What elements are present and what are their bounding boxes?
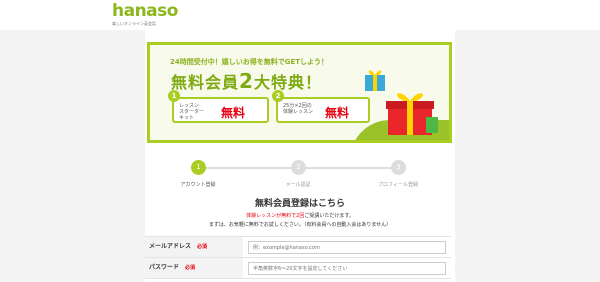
step-indicator-email: 2 — [291, 160, 306, 175]
email-field[interactable] — [248, 241, 446, 254]
form-row-password: パスワード 必須 — [145, 258, 451, 279]
registration-form: メールアドレス必須 パスワード必須 — [145, 236, 451, 279]
perk-trial-lessons: 2 25分×2回の 体験レッスン 無料 — [272, 90, 370, 123]
form-title: 無料会員登録はこちら — [254, 199, 345, 209]
field-label-email: メールアドレス 必須 — [145, 237, 243, 257]
step-label-email: メール認証 — [285, 182, 311, 188]
form-note-text: ご受講いただけます。 — [304, 213, 354, 219]
perk-free-label: 無料 — [325, 106, 350, 120]
step-indicator-account: 1 — [191, 160, 206, 175]
password-field[interactable] — [248, 262, 446, 275]
registration-steps: 1 2 3 アカウント登録 メール認証 プロフィール登録 — [170, 160, 425, 190]
banner-title-suffix: 大特典！ — [253, 73, 322, 92]
banner-title-number: 2 — [239, 69, 254, 93]
gift-box-icon — [386, 93, 438, 135]
form-row-email: メールアドレス 必須 — [145, 237, 451, 258]
logo-text: hanaso — [112, 1, 178, 21]
form-note-highlight: 体験レッスンが無料で2回 — [246, 213, 305, 219]
perk-number-badge: 1 — [168, 90, 180, 102]
perk-description: レッスン スターター キット — [179, 103, 205, 121]
form-note-trial: 体験レッスンが無料で2回ご受講いただけます。 — [0, 212, 600, 219]
banner-title-main: 無料会員 — [171, 73, 240, 92]
banner-title: 無料会員2大特典！ — [171, 69, 322, 93]
step-indicator-profile: 3 — [391, 160, 406, 175]
perk-number-badge: 2 — [272, 90, 284, 102]
required-badge: 必須 — [197, 244, 208, 250]
logo-tagline: 楽しいオンライン英会話 — [112, 21, 156, 26]
campaign-banner[interactable]: 24時間受付中！嬉しいお得を無料でGETしよう！ 無料会員2大特典！ 1 レッス… — [147, 42, 452, 143]
required-badge: 必須 — [185, 265, 196, 271]
perk-free-label: 無料 — [221, 106, 246, 120]
field-label-password: パスワード 必須 — [145, 258, 243, 278]
step-label-profile: プロフィール登録 — [378, 182, 418, 188]
field-label-text: パスワード — [149, 264, 180, 271]
banner-lead: 24時間受付中！嬉しいお得を無料でGETしよう！ — [170, 58, 329, 66]
perk-description: 25分×2回の 体験レッスン — [283, 103, 314, 115]
step-label-account: アカウント登録 — [180, 182, 216, 188]
perk-starter-kit: 1 レッスン スターター キット 無料 — [168, 90, 269, 123]
logo[interactable]: hanaso 楽しいオンライン英会話 — [112, 3, 178, 27]
site-header: hanaso 楽しいオンライン英会話 — [0, 0, 600, 30]
form-note-free: まずは、お気軽に無料でお試しください。（有料会員への自動入会はありません） — [208, 222, 392, 228]
field-label-text: メールアドレス — [149, 243, 192, 250]
